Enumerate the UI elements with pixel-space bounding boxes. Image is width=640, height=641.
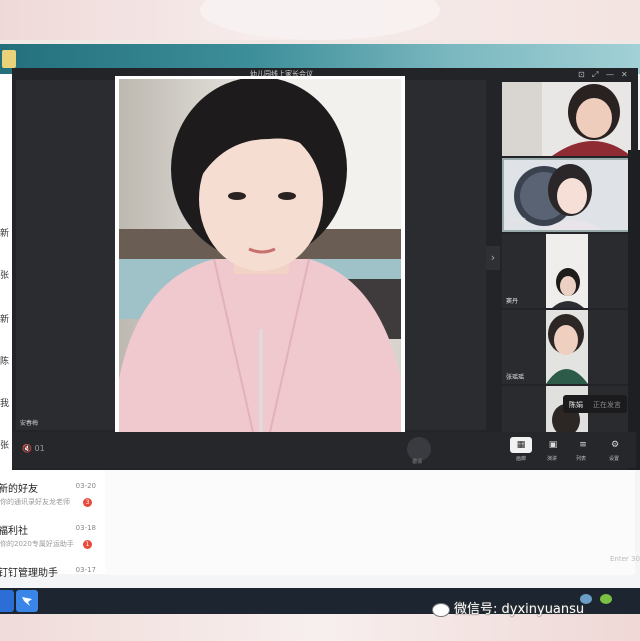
- chat-preview: 你的通讯录好友龙老师: [0, 498, 70, 506]
- chat-peek: 张: [0, 271, 10, 281]
- participant-name: 窦丹: [506, 298, 519, 305]
- speaking-status: 正在发言: [593, 401, 621, 409]
- chat-name: 钉钉管理助手: [0, 568, 58, 579]
- list-label: 列表: [576, 456, 587, 462]
- settings-label: 设置: [609, 456, 620, 462]
- participant-tile[interactable]: 张瑶瑶: [502, 310, 631, 384]
- chat-peek: 张: [0, 441, 10, 451]
- chat-input-area[interactable]: [105, 470, 635, 575]
- chat-date: 03-20: [75, 482, 96, 490]
- unread-badge: 3: [83, 498, 92, 507]
- start-icon[interactable]: [0, 590, 14, 612]
- list-item[interactable]: 福利社 你的2020专属好运助手 03-18 1: [0, 520, 100, 560]
- chevron-right-icon[interactable]: ›: [486, 246, 500, 270]
- participant-tile[interactable]: 张楠楠: [502, 158, 631, 232]
- wechat-icon: [432, 602, 450, 617]
- mic-icon[interactable]: 🔇 01: [22, 444, 45, 453]
- participant-tile[interactable]: [502, 82, 631, 156]
- chat-peek: 新: [0, 229, 10, 239]
- input-hint: Enter 30: [610, 555, 640, 563]
- chat-peek: 新: [0, 315, 10, 325]
- minimize-icon[interactable]: —: [606, 70, 614, 79]
- unread-badge: 1: [83, 540, 92, 549]
- wechat-tray-icon[interactable]: [600, 594, 612, 604]
- chat-date: 03-17: [75, 566, 96, 574]
- mute-count: 01: [34, 444, 45, 453]
- participant-name: 张楠楠: [508, 218, 527, 225]
- gallery-label: 画廊: [516, 456, 527, 462]
- list-icon[interactable]: ≡: [572, 437, 594, 453]
- speaking-indicator: 陈娟 正在发言: [563, 395, 627, 413]
- chat-name: 新的好友: [0, 484, 38, 495]
- speaker-view-icon[interactable]: ▣: [542, 437, 564, 453]
- desktop-folder-icon[interactable]: [2, 50, 16, 68]
- invite-label: 邀请: [412, 459, 423, 465]
- chat-name: 福利社: [0, 526, 28, 537]
- main-participant-name: 安春梅: [20, 420, 39, 427]
- fullscreen-icon[interactable]: ⤢: [592, 70, 598, 80]
- gallery-icon[interactable]: ▦: [510, 437, 532, 453]
- participant-video-image: [502, 234, 631, 308]
- speaker-view-label: 演讲: [547, 456, 558, 462]
- close-icon[interactable]: ✕: [621, 70, 628, 79]
- gear-icon[interactable]: ⚙: [604, 437, 626, 453]
- pin-icon[interactable]: ⊡: [578, 70, 585, 79]
- watermark: 微信号: dyxinyuansu: [432, 598, 584, 617]
- watermark-text: 微信号: dyxinyuansu: [454, 602, 585, 617]
- participant-name: 张瑶瑶: [506, 374, 525, 381]
- list-item[interactable]: 新的好友 你的通讯录好友龙老师 03-20 3: [0, 478, 100, 518]
- chat-peek: 我: [0, 399, 10, 409]
- participant-tile[interactable]: 窦丹: [502, 234, 631, 308]
- speaker-name: 陈娟: [569, 401, 583, 409]
- participant-video-image: [502, 82, 631, 156]
- chat-peek: 陈: [0, 357, 10, 367]
- dingtalk-icon[interactable]: [16, 590, 38, 612]
- side-scrollbar[interactable]: [628, 150, 640, 470]
- spotlight-video[interactable]: [119, 79, 401, 459]
- participant-video-image: [119, 79, 401, 459]
- chat-date: 03-18: [75, 524, 96, 532]
- chat-preview: 你的2020专属好运助手: [0, 540, 74, 548]
